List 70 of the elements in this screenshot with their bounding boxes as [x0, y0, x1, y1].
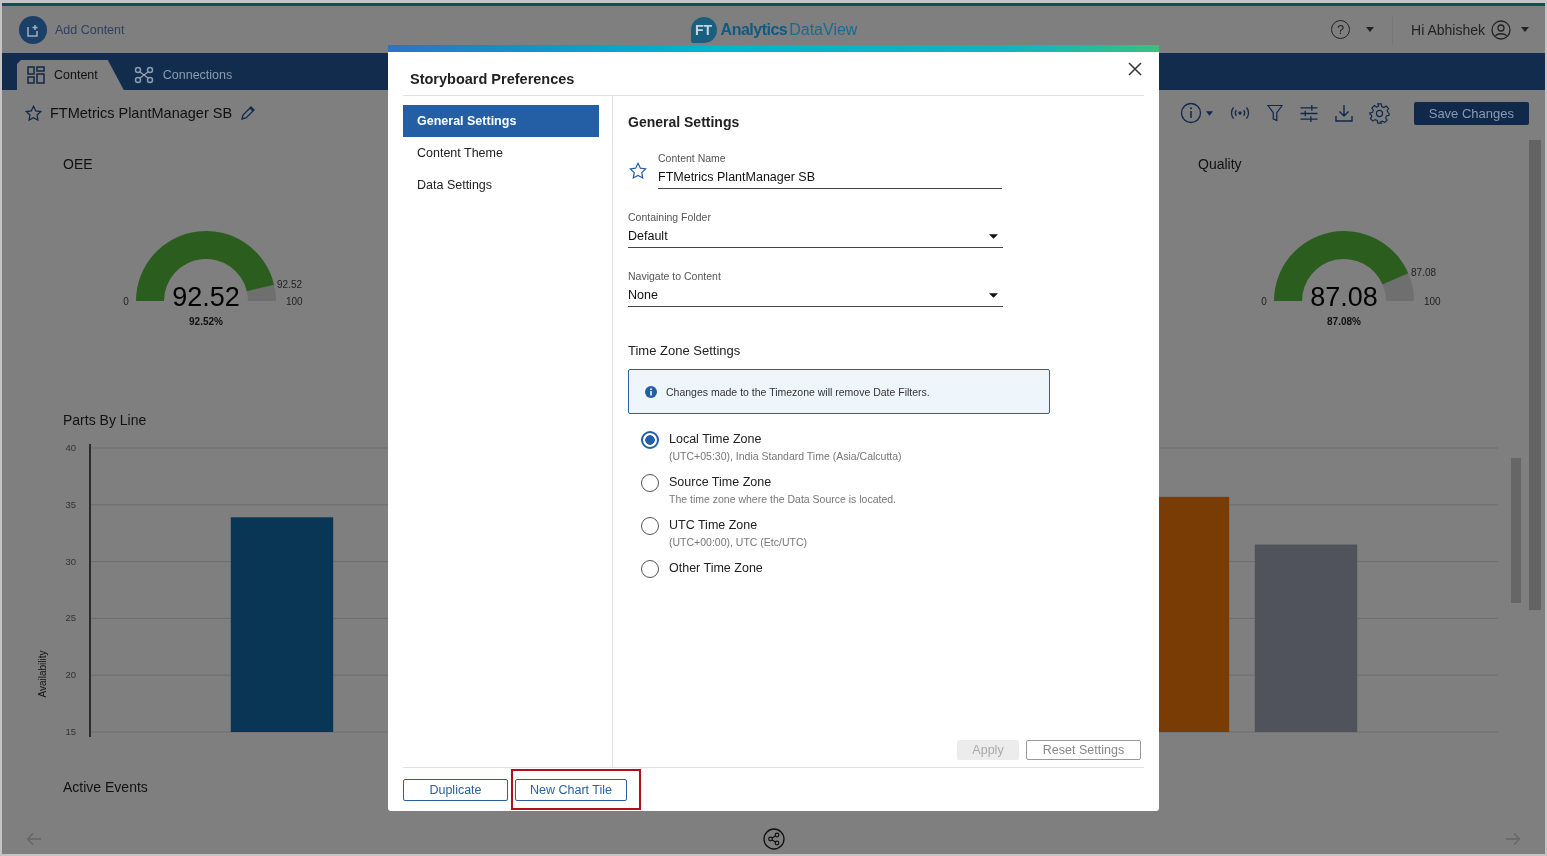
radio-description: The time zone where the Data Source is located.	[669, 493, 897, 505]
storyboard-title: FTMetrics PlantManager SB	[50, 105, 233, 121]
gauge-min-label: 0	[123, 296, 129, 307]
brand-name: Analytics	[720, 20, 788, 39]
footer-button[interactable]: Duplicate	[403, 778, 508, 801]
section-title: General Settings	[628, 114, 740, 130]
save-changes-button[interactable]: Save Changes	[1413, 101, 1529, 125]
radio-label: Local Time Zone	[669, 432, 763, 446]
tile-title: Parts By Line	[62, 412, 147, 428]
star-icon[interactable]	[629, 161, 647, 180]
dialog-title: Storyboard Preferences	[410, 71, 575, 87]
settings-nav-item[interactable]: Content Theme	[403, 137, 599, 169]
connections-icon	[133, 66, 154, 84]
radio-label: Source Time Zone	[669, 475, 773, 489]
axis-tick-label: 25	[65, 612, 76, 624]
gauge-marker-label: 92.52	[277, 279, 302, 290]
gauge-max-label: 100	[1424, 296, 1441, 307]
settings-icon[interactable]	[1368, 102, 1390, 124]
gauge-max-label: 100	[286, 296, 303, 307]
axis-tick-label: 30	[65, 555, 76, 567]
radio-label: Other Time Zone	[669, 561, 763, 575]
notice-text: Changes made to the Timezone will remove Date Filters.	[666, 385, 930, 398]
close-icon[interactable]	[1128, 62, 1142, 76]
axis-title: Availability	[37, 650, 48, 698]
axis-tick-label: 40	[65, 442, 76, 453]
logo-badge: FT	[690, 16, 717, 43]
footer-button[interactable]: New Chart Tile	[515, 779, 627, 801]
gauge-value: 87.08	[1310, 282, 1378, 312]
gauge-percent: 92.52%	[189, 316, 223, 327]
grid-icon	[27, 66, 45, 84]
product-name: DataView	[789, 20, 858, 39]
info-icon	[645, 385, 657, 398]
sliders-icon[interactable]	[1298, 104, 1319, 122]
radio-label: UTC Time Zone	[669, 518, 759, 532]
nav-tab[interactable]: Connections	[123, 60, 259, 90]
caret-icon[interactable]	[989, 292, 998, 298]
gauge-track	[246, 284, 276, 301]
radio-description: (UTC+00:00), UTC (Etc/UTC)	[669, 536, 807, 548]
radio-button[interactable]	[641, 431, 659, 449]
star-icon[interactable]	[25, 104, 42, 122]
add-tile-icon	[19, 15, 47, 44]
info-icon[interactable]	[1179, 102, 1202, 124]
tile-title: Active Events	[62, 779, 148, 795]
share-icon[interactable]	[762, 828, 785, 850]
axis-tick-label: 20	[65, 669, 76, 681]
caret-icon[interactable]	[989, 233, 998, 239]
gauge-value: 92.52	[172, 282, 240, 312]
nav-tab[interactable]: Content	[17, 60, 124, 90]
settings-nav-item[interactable]: General Settings	[403, 105, 599, 137]
download-icon[interactable]	[1334, 104, 1353, 122]
user-icon[interactable]	[1491, 19, 1511, 40]
dropdown-field[interactable]: Containing Folder Default	[628, 211, 1003, 248]
reset-settings-button[interactable]: Reset Settings	[1026, 740, 1141, 760]
axis-tick-label: 35	[65, 498, 76, 510]
tile-title: OEE	[62, 156, 93, 172]
gauge-percent: 87.08%	[1327, 316, 1361, 327]
axis-tick-label: 15	[65, 726, 76, 737]
radio-description: (UTC+05:30), India Standard Time (Asia/Calcutta)	[669, 450, 902, 462]
scrollbar[interactable]	[1529, 140, 1541, 610]
pencil-icon[interactable]	[240, 105, 257, 121]
gauge-marker-label: 87.08	[1411, 267, 1437, 279]
filter-icon[interactable]	[1266, 103, 1283, 123]
tile-title: Quality	[1197, 156, 1242, 172]
user-greeting: Hi Abhishek	[1411, 21, 1485, 38]
broadcast-icon[interactable]	[1228, 105, 1251, 121]
section-subtitle: Time Zone Settings	[628, 343, 741, 358]
dropdown-field[interactable]: Navigate to Content None	[628, 270, 1003, 307]
gauge-min-label: 0	[1261, 296, 1267, 307]
content-name-field[interactable]: Content Name FTMetrics PlantManager SB	[658, 152, 1002, 189]
settings-nav-item[interactable]: Data Settings	[403, 169, 599, 201]
